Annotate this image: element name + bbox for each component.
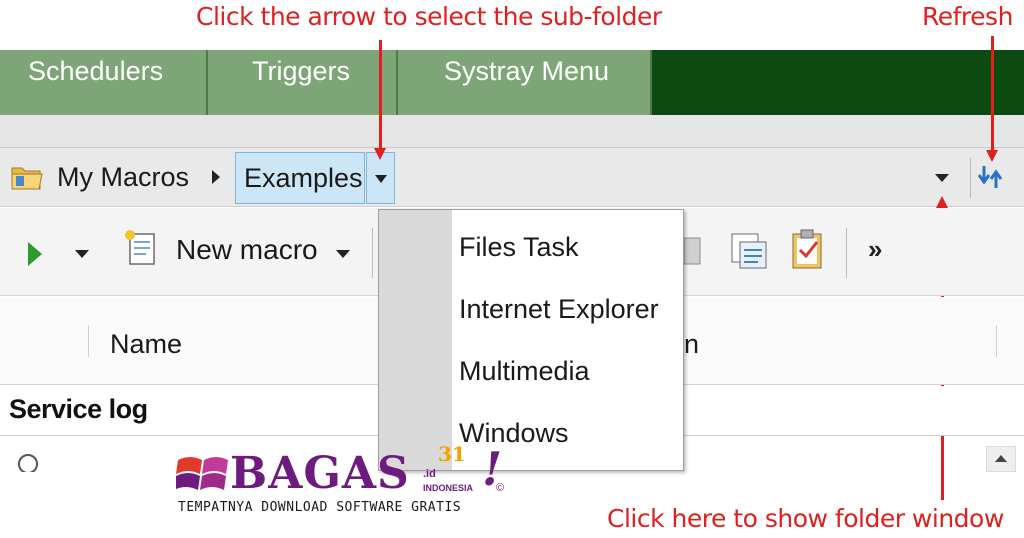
watermark-suffix: .id [423,468,436,480]
new-macro-button[interactable]: New macro [176,234,318,266]
clipboard-icon[interactable] [790,228,826,270]
dropdown-item-internet-explorer[interactable]: Internet Explorer [459,294,659,325]
tab-triggers-label: Triggers [252,56,351,86]
folder-window-dropdown-icon[interactable] [935,174,949,182]
new-macro-icon[interactable] [122,228,158,268]
breadcrumb-separator-icon[interactable] [212,170,220,184]
scroll-up-icon[interactable] [986,446,1016,472]
breadcrumb-my-macros[interactable]: My Macros [57,162,189,193]
tab-schedulers-label: Schedulers [28,56,164,86]
dropdown-item-files-task[interactable]: Files Task [459,232,579,263]
column-name-header[interactable]: Name [110,329,182,360]
address-divider [970,158,971,198]
tab-strip: Schedulers Triggers Systray Menu [0,50,1024,115]
annotation-folder-window: Click here to show folder window [607,504,1004,533]
subfolder-dropdown-menu: Files Task Internet Explorer Multimedia … [378,209,684,471]
address-bar: My Macros Examples [0,147,1024,207]
annotation-arrow-head-subfolder [374,148,386,160]
watermark-superscript: 31 [438,442,466,466]
toolbar-separator [372,228,373,278]
toolbar-separator [846,228,847,278]
annotation-select-subfolder: Click the arrow to select the sub-folder [196,2,662,31]
folder-icon [11,167,43,190]
delete-icon[interactable] [684,232,704,268]
tab-systray-menu[interactable]: Systray Menu [398,50,652,115]
service-log-title: Service log [9,394,148,424]
annotation-refresh: Refresh [922,2,1013,31]
column-separator [88,325,89,357]
dropdown-item-multimedia[interactable]: Multimedia [459,356,590,387]
watermark-word: BAGAS [230,448,410,499]
annotation-arrow-line-refresh [991,36,994,154]
column-separator [996,325,997,357]
play-dropdown-icon[interactable] [75,250,89,258]
column-second-header[interactable]: n [684,329,699,360]
breadcrumb-examples[interactable]: Examples [235,152,365,204]
tab-schedulers[interactable]: Schedulers [0,50,208,115]
toolbar-overflow-button[interactable]: » [868,234,882,265]
tab-gap-band [0,115,1024,147]
play-icon[interactable] [28,242,42,266]
windows-flag-icon [176,457,228,490]
watermark-logo: BAGAS 31 .id INDONESIA ! © TEMPATNYA DOW… [176,442,516,523]
annotation-arrow-head-refresh [986,150,998,162]
dropdown-item-windows[interactable]: Windows [459,418,569,449]
refresh-icon[interactable] [978,160,1014,194]
tab-systray-menu-label: Systray Menu [444,56,610,86]
log-entry-icon [18,454,38,472]
annotation-arrow-head-folder-window [936,196,948,208]
watermark-copyright: © [496,482,505,494]
watermark-country: INDONESIA [423,483,474,493]
tab-triggers[interactable]: Triggers [208,50,398,115]
tab-strip-dark-area [652,50,1024,115]
properties-icon[interactable] [730,232,768,270]
annotation-arrow-line-subfolder [379,40,382,152]
watermark-tagline: TEMPATNYA DOWNLOAD SOFTWARE GRATIS [178,500,462,515]
new-macro-dropdown-icon[interactable] [336,250,350,258]
dropdown-icon-strip [379,210,452,470]
